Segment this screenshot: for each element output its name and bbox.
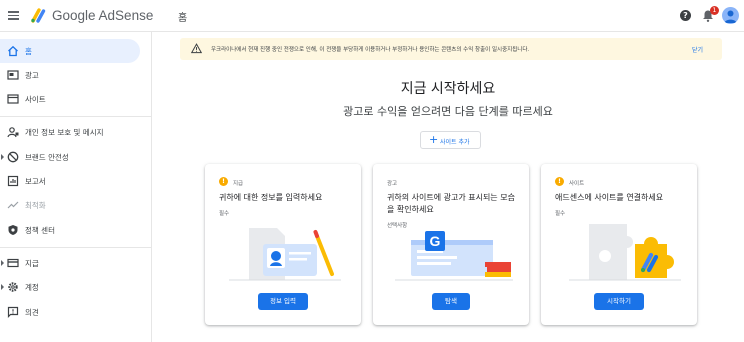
home-icon [8,45,18,57]
sidebar-item-policy[interactable]: 정책 센터 [0,218,140,242]
card-payment-info: ! 지급 귀하에 대한 정보를 입력하세요 필수 정보 입력 [205,164,361,325]
sidebar-item-optimization[interactable]: 최적화 [0,193,140,217]
payments-icon [7,258,19,268]
page-title: 홈 [178,13,188,24]
top-bar: Google AdSense 홈 ? 1 [0,0,744,32]
card-title: 애드센스에 사이트를 연결하세요 [555,193,664,202]
svg-text:G: G [430,233,441,249]
brand-name: Google AdSense [52,8,154,23]
site-preview-illustration: G [395,231,513,281]
add-site-button[interactable]: + 사이트 추가 [420,131,481,149]
card-title: 귀하의 사이트에 광고가 표시되는 모습을 확인하세요 [387,193,515,214]
gear-icon [8,282,18,292]
sidebar-item-label: 개인 정보 보호 및 메시지 [25,128,104,137]
plus-icon: + [429,133,439,146]
card-tag: 광고 [387,181,398,187]
help-icon[interactable]: ? [680,10,691,21]
warning-banner: 우크라이나에서 현재 진행 중인 전쟁으로 인해, 이 전쟁을 부당하게 이용하… [180,38,722,60]
sidebar-item-label: 홈 [25,47,32,56]
caret-right-icon [1,284,4,290]
alert-icon: ! [219,177,228,186]
add-site-label: 사이트 추가 [440,139,470,146]
sidebar-item-label: 보고서 [25,177,46,186]
sidebar-item-brand-safety[interactable]: 브랜드 안전성 [0,145,140,169]
trending-icon [7,201,19,209]
identity-form-illustration [229,228,341,281]
sidebar-item-label: 브랜드 안전성 [25,153,69,162]
warning-icon [191,43,202,54]
card-tag: 사이트 [569,181,585,187]
get-started-title: 지금 시작하세요 [400,81,496,97]
privacy-icon [7,127,19,138]
get-started-subtitle: 광고로 수익을 얻으려면 다음 단계를 따르세요 [343,105,553,118]
card-connect-site: ! 사이트 애드센스에 사이트를 연결하세요 필수 시작하기 [541,164,697,325]
card-note: 필수 [555,211,566,217]
caret-right-icon [1,260,4,266]
explore-button[interactable]: 탐색 [432,293,470,310]
feedback-icon [7,306,19,318]
sidebar-item-reports[interactable]: 보고서 [0,169,140,193]
avatar-icon[interactable] [722,7,739,24]
card-note: 필수 [219,211,230,217]
sidebar-divider [0,247,152,248]
sidebar-item-home[interactable]: 홈 [0,39,140,63]
sidebar-item-label: 계정 [25,283,39,292]
notification-badge: 1 [710,6,719,15]
enter-info-button[interactable]: 정보 입력 [258,293,308,310]
card-ads-preview: 광고 귀하의 사이트에 광고가 표시되는 모습을 확인하세요 선택사항 G 탐색 [373,164,529,325]
sidebar-item-account[interactable]: 계정 [0,275,140,299]
menu-icon[interactable] [8,9,20,21]
caret-right-icon [1,154,4,160]
sidebar-item-label: 지급 [25,259,39,268]
card-tag: 지급 [233,181,244,187]
sidebar-item-feedback[interactable]: 의견 [0,300,140,324]
card-title: 귀하에 대한 정보를 입력하세요 [219,193,323,202]
close-banner-link[interactable]: 닫기 [692,45,703,54]
sidebar-item-label: 의견 [25,308,39,317]
adsense-logo-icon [31,8,46,23]
get-started-button[interactable]: 시작하기 [594,293,644,310]
policy-icon [8,225,18,235]
sidebar-item-label: 최적화 [25,201,46,210]
reports-icon [7,175,19,187]
banner-message: 우크라이나에서 현재 진행 중인 전쟁으로 인해, 이 전쟁을 부당하게 이용하… [211,47,530,53]
puzzle-illustration [569,224,681,281]
sidebar-item-privacy[interactable]: 개인 정보 보호 및 메시지 [0,120,140,144]
alert-icon: ! [555,177,564,186]
sidebar-item-payments[interactable]: 지급 [0,251,140,275]
sidebar-item-label: 정책 센터 [25,226,55,235]
block-icon [7,151,19,163]
